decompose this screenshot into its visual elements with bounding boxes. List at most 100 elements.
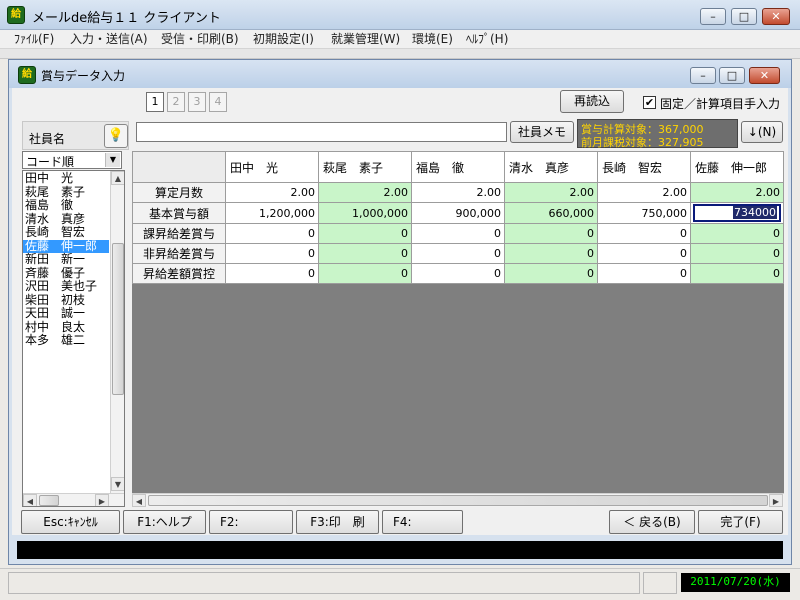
menu-receive-print[interactable]: 受信・印刷(B): [161, 31, 239, 48]
grid-cell[interactable]: 0: [597, 263, 691, 284]
grid-cell[interactable]: 0: [411, 243, 505, 264]
grid-cell[interactable]: 1,200,000: [225, 202, 319, 224]
inner-minimize-button[interactable]: –: [690, 67, 716, 84]
grid-cell[interactable]: 0: [504, 243, 598, 264]
grid-cell[interactable]: 750,000: [597, 202, 691, 224]
employee-list-item[interactable]: 新田 新一: [23, 252, 109, 267]
grid-cell[interactable]: 660,000: [504, 202, 598, 224]
grid-cell[interactable]: 2.00: [225, 182, 319, 203]
page-tab-3[interactable]: 3: [188, 92, 206, 112]
employee-list-item[interactable]: 斉藤 優子: [23, 266, 109, 281]
back-button[interactable]: ＜ 戻る(B): [609, 510, 695, 534]
employee-list-item[interactable]: 萩尾 素子: [23, 185, 109, 200]
grid-cell[interactable]: 0: [318, 223, 412, 244]
f3-print-button[interactable]: F3:印 刷: [296, 510, 379, 534]
grid-cell[interactable]: 0: [411, 223, 505, 244]
grid-scroll-left-icon[interactable]: ◀: [132, 494, 146, 507]
employee-list-item[interactable]: 本多 雄二: [23, 333, 109, 348]
grid-column-header[interactable]: 佐藤 伸一郎: [690, 151, 784, 183]
page-tab-1[interactable]: 1: [146, 92, 164, 112]
grid-column-header[interactable]: 清水 真彦: [504, 151, 598, 183]
grid-scroll-right-icon[interactable]: ▶: [769, 494, 783, 507]
employee-list-item[interactable]: 田中 光: [23, 171, 109, 186]
grid-column-header[interactable]: 萩尾 素子: [318, 151, 412, 183]
grid-cell[interactable]: 0: [597, 243, 691, 264]
menu-environment[interactable]: 環境(E): [412, 31, 453, 48]
grid-cell[interactable]: 0: [318, 243, 412, 264]
memo-input[interactable]: [136, 122, 507, 142]
scroll-left-icon[interactable]: ◀: [23, 494, 37, 506]
maximize-button[interactable]: □: [731, 8, 757, 25]
employee-list-item[interactable]: 福島 徹: [23, 198, 109, 213]
menu-help[interactable]: ﾍﾙﾌﾟ(H): [466, 31, 508, 48]
employee-list-items: 田中 光萩尾 素子 福島 徹清水 真彦 長崎 智宏 佐藤 伸一郎 新田 新一 斉藤 優子沢…: [23, 171, 109, 348]
employee-list-item[interactable]: 柴田 初枝: [23, 293, 109, 308]
grid-cell[interactable]: 2.00: [690, 182, 784, 203]
minimize-button[interactable]: –: [700, 8, 726, 25]
grid-cell[interactable]: 2.00: [504, 182, 598, 203]
grid-row-header: 非昇給差賞与: [132, 243, 226, 264]
menu-attendance[interactable]: 就業管理(W): [331, 31, 400, 48]
employee-list-item[interactable]: 清水 真彦: [23, 212, 109, 227]
employee-list-item[interactable]: 長崎 智宏: [23, 225, 109, 240]
employee-list-hscroll[interactable]: ◀ ▶: [23, 493, 124, 506]
page-tab-4[interactable]: 4: [209, 92, 227, 112]
menu-file[interactable]: ﾌｧｲﾙ(F): [14, 31, 54, 48]
grid-cell[interactable]: 1,000,000: [318, 202, 412, 224]
scroll-right-icon[interactable]: ▶: [95, 494, 109, 506]
message-bar: [17, 541, 783, 559]
employee-list-item[interactable]: 村中 良太: [23, 320, 109, 335]
menu-initial-settings[interactable]: 初期設定(I): [253, 31, 314, 48]
grid-cell[interactable]: 0: [318, 263, 412, 284]
grid-cell[interactable]: 2.00: [318, 182, 412, 203]
close-button[interactable]: ✕: [762, 8, 790, 25]
grid-cell[interactable]: 0: [225, 243, 319, 264]
sort-select[interactable]: コード順 ▼: [22, 151, 122, 169]
scroll-down-icon[interactable]: ▼: [111, 477, 124, 491]
chevron-down-icon[interactable]: ▼: [105, 153, 120, 167]
inner-maximize-button[interactable]: □: [719, 67, 745, 84]
reload-button[interactable]: 再読込: [560, 90, 624, 113]
grid-cell[interactable]: 2.00: [597, 182, 691, 203]
inner-close-button[interactable]: ✕: [749, 67, 780, 84]
employee-list-item[interactable]: 佐藤 伸一郎: [23, 239, 109, 253]
grid-row: 昇給差額賞控 0 0 0 0 0 0: [132, 263, 784, 284]
employee-list-item[interactable]: 天田 誠一: [23, 306, 109, 321]
employee-list[interactable]: 田中 光萩尾 素子 福島 徹清水 真彦 長崎 智宏 佐藤 伸一郎 新田 新一 斉藤 優子沢…: [22, 170, 125, 507]
grid-cell[interactable]: 0: [597, 223, 691, 244]
menu-input-send[interactable]: 入力・送信(A): [70, 31, 148, 48]
grid-cell-editor[interactable]: 734000: [693, 204, 781, 222]
employee-header: 社員名 💡: [22, 121, 129, 150]
f4-button[interactable]: F4:: [382, 510, 463, 534]
employee-memo-button[interactable]: 社員メモ: [510, 121, 574, 143]
scroll-up-icon[interactable]: ▲: [111, 171, 124, 185]
grid-cell[interactable]: 900,000: [411, 202, 505, 224]
grid-hscroll-thumb[interactable]: [148, 495, 768, 506]
grid-hscroll[interactable]: ◀ ▶: [132, 493, 784, 507]
grid-cell[interactable]: 0: [690, 243, 784, 264]
fixed-calc-checkbox[interactable]: ✔: [643, 96, 656, 109]
employee-list-item[interactable]: 沢田 美也子: [23, 279, 109, 294]
grid-cell[interactable]: 0: [690, 263, 784, 284]
employee-list-hscroll-thumb[interactable]: [39, 495, 59, 506]
next-down-button[interactable]: ↓(N): [741, 121, 783, 143]
grid-cell[interactable]: 734000: [690, 202, 784, 224]
employee-list-scroll-thumb[interactable]: [112, 243, 124, 395]
f2-button[interactable]: F2:: [209, 510, 293, 534]
grid-cell[interactable]: 0: [225, 263, 319, 284]
grid-cell[interactable]: 0: [504, 263, 598, 284]
grid-cell[interactable]: 0: [504, 223, 598, 244]
employee-list-vscroll[interactable]: ▲ ▼: [110, 171, 124, 493]
grid-column-header[interactable]: 長崎 智宏: [597, 151, 691, 183]
done-button[interactable]: 完了(F): [698, 510, 783, 534]
esc-cancel-button[interactable]: Esc:ｷｬﾝｾﾙ: [21, 510, 120, 534]
grid-cell[interactable]: 0: [690, 223, 784, 244]
grid-column-header[interactable]: 田中 光: [225, 151, 319, 183]
page-tab-2[interactable]: 2: [167, 92, 185, 112]
f1-help-button[interactable]: F1:ヘルプ: [123, 510, 206, 534]
grid-cell[interactable]: 2.00: [411, 182, 505, 203]
grid-cell[interactable]: 0: [225, 223, 319, 244]
bulb-icon[interactable]: 💡: [104, 124, 128, 148]
grid-cell[interactable]: 0: [411, 263, 505, 284]
grid-column-header[interactable]: 福島 徹: [411, 151, 505, 183]
